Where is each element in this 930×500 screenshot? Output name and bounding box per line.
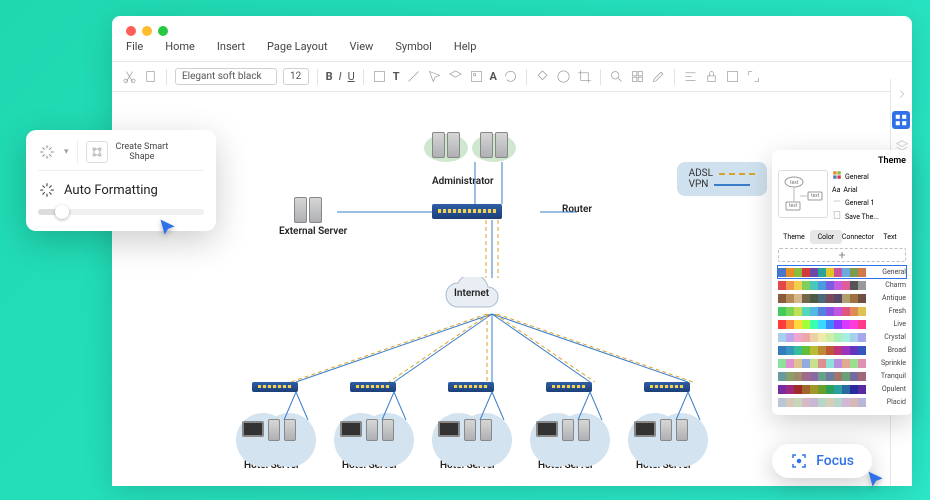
legend: ADSL VPN <box>677 162 767 196</box>
main-router[interactable] <box>432 204 502 219</box>
router-label: Router <box>562 204 592 215</box>
palette-broad[interactable]: Broad <box>778 344 906 356</box>
toolbar: Elegant soft black 12 B I U T A <box>112 62 912 92</box>
legend-vpn: VPN <box>689 179 709 190</box>
menu-page-layout[interactable]: Page Layout <box>267 40 328 53</box>
theme-tab-theme[interactable]: Theme <box>778 230 810 244</box>
maximize-icon[interactable] <box>158 26 168 36</box>
palette-fresh[interactable]: Fresh <box>778 305 906 317</box>
menu-home[interactable]: Home <box>165 40 195 53</box>
theme-title: Theme <box>778 156 906 166</box>
sparkle-icon-2 <box>38 181 56 199</box>
internet-label: Internet <box>454 288 489 299</box>
hotel-switch-2[interactable] <box>448 382 494 392</box>
admin-node-2[interactable] <box>480 132 508 158</box>
legend-adsl: ADSL <box>689 168 713 179</box>
palette-general[interactable]: General <box>778 266 906 278</box>
font-size[interactable]: 12 <box>283 68 309 85</box>
palette-crystal[interactable]: Crystal <box>778 331 906 343</box>
hotel-switch-1[interactable] <box>350 382 396 392</box>
smart-shape-icon[interactable] <box>86 141 108 163</box>
grid-icon[interactable] <box>892 111 910 129</box>
expand-icon[interactable] <box>746 69 761 84</box>
menu-view[interactable]: View <box>350 40 374 53</box>
hotel-server-2[interactable] <box>436 407 506 457</box>
grid-icon[interactable] <box>630 69 645 84</box>
auto-format-popover: ▾ Create Smart Shape Auto Formatting <box>26 130 216 231</box>
line-icon[interactable] <box>406 69 421 84</box>
svg-text:text: text <box>790 180 799 186</box>
palette-antique[interactable]: Antique <box>778 292 906 304</box>
palette-sprinkle[interactable]: Sprinkle <box>778 357 906 369</box>
svg-text:text: text <box>789 203 798 209</box>
more-icon[interactable] <box>725 69 740 84</box>
fill-icon[interactable] <box>535 69 550 84</box>
image-icon[interactable] <box>469 69 484 84</box>
menu-file[interactable]: File <box>126 40 143 53</box>
font-select[interactable]: Elegant soft black <box>175 68 277 85</box>
hotel-switch-0[interactable] <box>252 382 298 392</box>
cut-icon[interactable] <box>122 69 137 84</box>
palette-icon[interactable] <box>556 69 571 84</box>
minimize-icon[interactable] <box>142 26 152 36</box>
palette-placid[interactable]: Placid <box>778 396 906 408</box>
svg-text:text: text <box>811 193 820 199</box>
auto-format-label[interactable]: Auto Formatting <box>64 183 158 198</box>
shape-icon[interactable] <box>372 69 387 84</box>
palette-charm[interactable]: Charm <box>778 279 906 291</box>
palette-opulent[interactable]: Opulent <box>778 383 906 395</box>
theme-tab-text[interactable]: Text <box>874 230 906 244</box>
palette-tranquil[interactable]: Tranquil <box>778 370 906 382</box>
layers-icon[interactable] <box>448 69 463 84</box>
cursor-icon-2 <box>866 470 886 490</box>
menubar: File Home Insert Page Layout View Symbol Help <box>112 40 912 62</box>
sparkle-icon[interactable] <box>38 143 56 161</box>
palette-live[interactable]: Live <box>778 318 906 330</box>
pointer-icon[interactable] <box>427 69 442 84</box>
hotel-switch-4[interactable] <box>644 382 690 392</box>
hotel-server-4[interactable] <box>632 407 702 457</box>
menu-insert[interactable]: Insert <box>217 40 245 53</box>
theme-panel[interactable]: Theme texttexttext GeneralAaArialGeneral… <box>772 150 912 415</box>
hotel-server-1[interactable] <box>338 407 408 457</box>
admin-node-1[interactable] <box>432 132 460 158</box>
administrator-label: Administrator <box>432 176 494 187</box>
theme-preview: text text text <box>778 170 828 218</box>
hotel-server-0[interactable] <box>240 407 310 457</box>
add-palette[interactable]: + <box>778 248 906 262</box>
window-controls <box>112 16 912 40</box>
clipboard-icon[interactable] <box>143 69 158 84</box>
close-icon[interactable] <box>126 26 136 36</box>
edit-icon[interactable] <box>651 69 666 84</box>
theme-tab-color[interactable]: Color <box>810 230 842 244</box>
menu-symbol[interactable]: Symbol <box>395 40 432 53</box>
format-slider[interactable] <box>38 209 204 215</box>
align-icon[interactable] <box>683 69 698 84</box>
focus-label: Focus <box>816 453 854 469</box>
cursor-icon <box>158 218 178 238</box>
menu-help[interactable]: Help <box>454 40 477 53</box>
external-server-label: External Server <box>279 226 347 237</box>
search-icon[interactable] <box>609 69 624 84</box>
crop-icon[interactable] <box>577 69 592 84</box>
hotel-server-3[interactable] <box>534 407 604 457</box>
focus-button[interactable]: Focus <box>772 444 872 478</box>
refresh-icon[interactable] <box>503 69 518 84</box>
collapse-icon[interactable] <box>895 87 909 101</box>
external-server[interactable] <box>294 197 322 223</box>
theme-tab-connector[interactable]: Connector <box>842 230 874 244</box>
lock-icon[interactable] <box>704 69 719 84</box>
create-smart-shape[interactable]: Create Smart Shape <box>116 142 169 162</box>
hotel-switch-3[interactable] <box>546 382 592 392</box>
